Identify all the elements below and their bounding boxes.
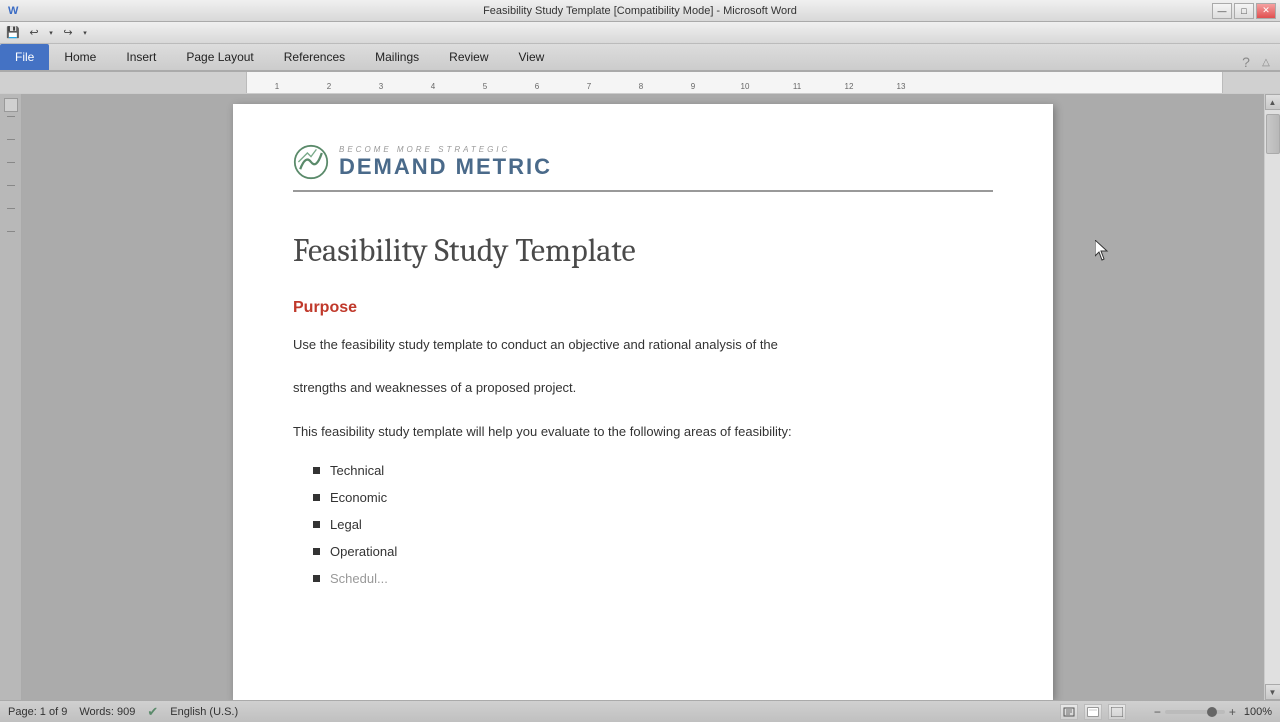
- right-scrollbar: ▲ ▼: [1264, 94, 1280, 700]
- tab-mailings[interactable]: Mailings: [360, 44, 434, 70]
- intro-text: This feasibility study template will hel…: [293, 420, 993, 443]
- body-paragraph-1: Use the feasibility study template to co…: [293, 333, 993, 356]
- status-bar: Page: 1 of 9 Words: 909 ✔ English (U.S.)…: [0, 700, 1280, 722]
- list-item-label-economic: Economic: [330, 490, 387, 505]
- document: Become More Strategic Demand Metric Feas…: [233, 104, 1053, 700]
- list-item-label-schedule: Schedul...: [330, 571, 388, 586]
- list-item-technical: Technical: [313, 463, 993, 478]
- spell-check-icon[interactable]: ✔: [147, 704, 158, 720]
- logo-area: Become More Strategic Demand Metric: [293, 144, 993, 192]
- bullet-icon-operational: [313, 548, 320, 555]
- list-item-label-technical: Technical: [330, 463, 384, 478]
- bullet-icon-economic: [313, 494, 320, 501]
- minimize-button[interactable]: —: [1212, 3, 1232, 19]
- quick-access-dropdown-icon[interactable]: ▾: [80, 24, 90, 42]
- tab-review[interactable]: Review: [434, 44, 503, 70]
- status-bar-right: − + 100%: [1060, 704, 1272, 720]
- redo-icon[interactable]: ↪: [59, 24, 77, 42]
- scrollbar-track[interactable]: [1265, 110, 1280, 684]
- scroll-up-button[interactable]: ▲: [1265, 94, 1280, 110]
- body-paragraph-2: strengths and weaknesses of a proposed p…: [293, 376, 993, 399]
- list-item-legal: Legal: [313, 517, 993, 532]
- page-info: Page: 1 of 9: [8, 706, 67, 718]
- document-area: Become More Strategic Demand Metric Feas…: [22, 94, 1264, 700]
- list-item-schedule: Schedul...: [313, 571, 993, 586]
- ruler-corner[interactable]: [4, 98, 18, 112]
- main-area: Become More Strategic Demand Metric Feas…: [0, 94, 1280, 700]
- tab-file[interactable]: File: [0, 44, 49, 70]
- web-layout-view-button[interactable]: [1108, 704, 1126, 720]
- zoom-level: 100%: [1244, 706, 1272, 718]
- maximize-button[interactable]: □: [1234, 3, 1254, 19]
- bullet-icon-legal: [313, 521, 320, 528]
- logo-tagline: Become More Strategic: [339, 145, 552, 154]
- bullet-icon-technical: [313, 467, 320, 474]
- ribbon-minimize-icon[interactable]: △: [1258, 54, 1274, 70]
- bullet-icon-schedule: [313, 575, 320, 582]
- save-icon[interactable]: 💾: [4, 24, 22, 42]
- title-bar: W Feasibility Study Template [Compatibil…: [0, 0, 1280, 22]
- print-layout-view-button[interactable]: [1060, 704, 1078, 720]
- zoom-control: − + 100%: [1154, 705, 1272, 719]
- list-item-operational: Operational: [313, 544, 993, 559]
- tab-references[interactable]: References: [269, 44, 360, 70]
- tab-view[interactable]: View: [504, 44, 560, 70]
- tab-page-layout[interactable]: Page Layout: [171, 44, 268, 70]
- bullet-list: Technical Economic Legal Operational Sch…: [293, 463, 993, 586]
- scrollbar-thumb[interactable]: [1266, 114, 1280, 154]
- title-bar-left: W: [4, 5, 18, 17]
- list-item-economic: Economic: [313, 490, 993, 505]
- ribbon-tabs: File Home Insert Page Layout References …: [0, 44, 1280, 70]
- logo-name: Demand Metric: [339, 154, 552, 180]
- demand-metric-logo-icon: [293, 144, 329, 180]
- logo-text-area: Become More Strategic Demand Metric: [339, 145, 552, 180]
- zoom-out-icon[interactable]: −: [1154, 705, 1161, 719]
- undo-dropdown-icon[interactable]: ▾: [46, 24, 56, 42]
- tab-home[interactable]: Home: [49, 44, 111, 70]
- quick-access-toolbar: 💾 ↩ ▾ ↪ ▾: [0, 22, 1280, 44]
- scroll-down-button[interactable]: ▼: [1265, 684, 1280, 700]
- section-heading-purpose: Purpose: [293, 299, 993, 317]
- title-bar-title: Feasibility Study Template [Compatibilit…: [483, 5, 797, 17]
- tab-insert[interactable]: Insert: [111, 44, 171, 70]
- ribbon: File Home Insert Page Layout References …: [0, 44, 1280, 72]
- word-icon: W: [8, 5, 18, 17]
- status-bar-left: Page: 1 of 9 Words: 909 ✔ English (U.S.): [8, 704, 238, 720]
- list-item-label-legal: Legal: [330, 517, 362, 532]
- list-item-label-operational: Operational: [330, 544, 397, 559]
- zoom-slider[interactable]: [1165, 710, 1225, 714]
- document-title: Feasibility Study Template: [293, 232, 993, 269]
- ruler-marks: 1 2 3 4 5 6 7 8 9 10 11 12 13: [247, 72, 927, 93]
- zoom-in-icon[interactable]: +: [1229, 705, 1236, 719]
- title-bar-controls: — □ ✕: [1212, 3, 1276, 19]
- full-screen-view-button[interactable]: [1084, 704, 1102, 720]
- word-count: Words: 909: [79, 706, 135, 718]
- undo-icon[interactable]: ↩: [25, 24, 43, 42]
- left-gutter: [0, 94, 22, 700]
- zoom-slider-thumb[interactable]: [1207, 707, 1217, 717]
- close-button[interactable]: ✕: [1256, 3, 1276, 19]
- language-info: English (U.S.): [170, 706, 238, 718]
- ruler: 1 2 3 4 5 6 7 8 9 10 11 12 13: [0, 72, 1280, 94]
- help-icon[interactable]: ?: [1238, 54, 1254, 70]
